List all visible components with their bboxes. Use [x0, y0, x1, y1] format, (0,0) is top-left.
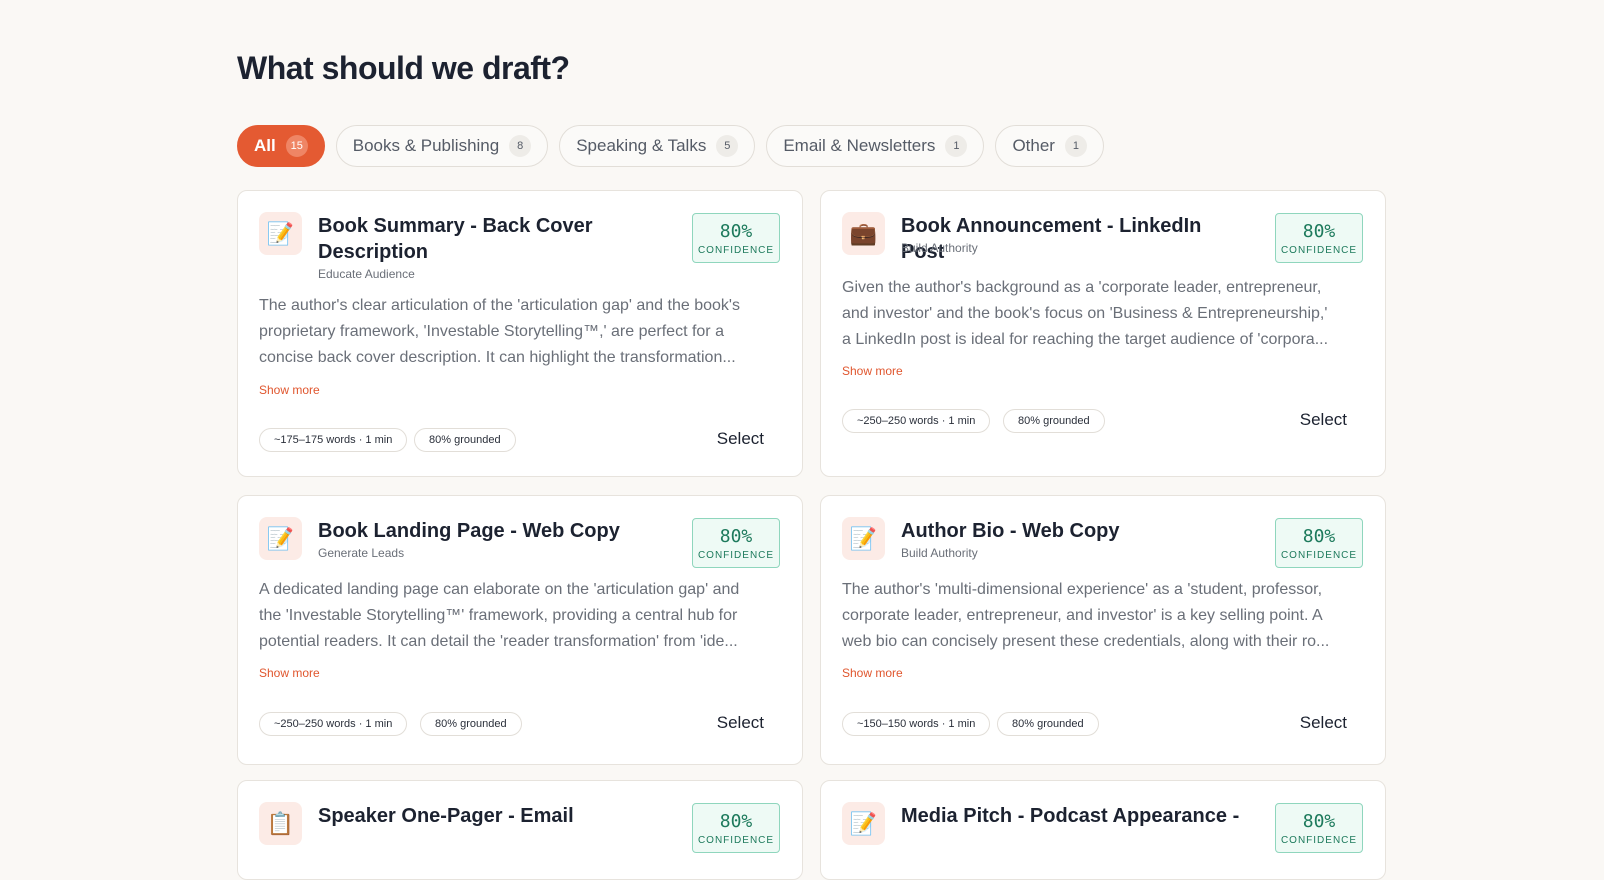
select-button[interactable]: Select: [1300, 410, 1347, 430]
filter-tabs: All 15 Books & Publishing 8 Speaking & T…: [237, 125, 1104, 167]
select-button[interactable]: Select: [1300, 713, 1347, 733]
description-line: A dedicated landing page can elaborate o…: [259, 581, 740, 598]
card-subtitle: Educate Audience: [318, 267, 415, 281]
confidence-badge: 80% CONFIDENCE: [1275, 803, 1363, 853]
description-line: a LinkedIn post is ideal for reaching th…: [842, 331, 1329, 348]
description-line: and investor' and the book's focus on 'B…: [842, 305, 1328, 322]
grounded-chip: 80% grounded: [420, 712, 522, 736]
confidence-badge: 80% CONFIDENCE: [1275, 518, 1363, 568]
tab-label: Speaking & Talks: [576, 136, 707, 155]
briefcase-icon: 💼: [842, 212, 885, 255]
memo-icon: 📝: [842, 802, 885, 845]
tab-other[interactable]: Other 1: [995, 125, 1104, 167]
draft-card[interactable]: 📝 Media Pitch - Podcast Appearance - 80%…: [820, 780, 1386, 880]
word-count-chip: ~250–250 words · 1 min: [842, 409, 991, 433]
card-title: Book Announcement - LinkedIn Post: [901, 215, 1202, 263]
confidence-badge: 80% CONFIDENCE: [692, 213, 780, 263]
description-line: web bio can concisely present these cred…: [842, 633, 1330, 650]
card-description: The author's 'multi-dimensional experien…: [842, 577, 1366, 655]
draft-card[interactable]: 📝 Book Landing Page - Web Copy Generate …: [237, 495, 803, 765]
confidence-value: 80%: [1302, 810, 1336, 832]
card-subtitle: Generate Leads: [318, 546, 405, 560]
confidence-label: CONFIDENCE: [1280, 549, 1358, 561]
draft-card[interactable]: 📋 Speaker One-Pager - Email 80% CONFIDEN…: [237, 780, 803, 880]
tab-count: 1: [945, 135, 968, 157]
card-title: Media Pitch - Podcast Appearance -: [901, 805, 1240, 827]
confidence-label: CONFIDENCE: [1280, 834, 1358, 846]
card-subtitle: Build Authority: [901, 241, 978, 255]
confidence-value: 80%: [719, 220, 753, 242]
description-line: proprietary framework, 'Investable Story…: [259, 323, 724, 340]
card-title: Book Landing Page - Web Copy: [318, 520, 620, 542]
card-title: Author Bio - Web Copy: [901, 520, 1120, 542]
tab-label: All: [254, 136, 276, 155]
confidence-value: 80%: [1302, 220, 1336, 242]
description-line: The author's 'multi-dimensional experien…: [842, 581, 1323, 598]
select-button[interactable]: Select: [717, 713, 764, 733]
confidence-badge: 80% CONFIDENCE: [1275, 213, 1363, 263]
tab-speaking-talks[interactable]: Speaking & Talks 5: [559, 125, 756, 167]
tab-count: 8: [509, 135, 532, 157]
tab-count: 5: [716, 135, 739, 157]
card-subtitle: Build Authority: [901, 546, 978, 560]
grounded-chip: 80% grounded: [997, 712, 1099, 736]
tab-count: 15: [285, 135, 308, 157]
memo-icon: 📝: [842, 517, 885, 560]
word-count-chip: ~175–175 words · 1 min: [259, 428, 408, 452]
show-more-link[interactable]: Show more: [259, 383, 320, 397]
confidence-label: CONFIDENCE: [697, 549, 775, 561]
page-title: What should we draft?: [237, 50, 570, 86]
memo-icon: 📝: [259, 517, 302, 560]
confidence-badge: 80% CONFIDENCE: [692, 518, 780, 568]
description-line: the 'Investable Storytelling™' framework…: [259, 607, 738, 624]
tab-books-publishing[interactable]: Books & Publishing 8: [335, 125, 549, 167]
card-description: Given the author's background as a 'corp…: [842, 275, 1366, 353]
grounded-chip: 80% grounded: [1003, 409, 1105, 433]
confidence-value: 80%: [719, 810, 753, 832]
card-title: Book Summary - Back Cover Description: [318, 215, 593, 263]
description-line: concise back cover description. It can h…: [259, 349, 736, 366]
tab-label: Email & Newsletters: [783, 136, 936, 155]
card-title: Speaker One-Pager - Email: [318, 805, 574, 827]
grounded-chip: 80% grounded: [414, 428, 516, 452]
card-description: The author's clear articulation of the '…: [259, 293, 783, 371]
show-more-link[interactable]: Show more: [842, 364, 903, 378]
confidence-value: 80%: [1302, 525, 1336, 547]
tab-label: Other: [1012, 136, 1055, 155]
word-count-chip: ~250–250 words · 1 min: [259, 712, 408, 736]
draft-card[interactable]: 📝 Book Summary - Back Cover Description …: [237, 190, 803, 477]
select-button[interactable]: Select: [717, 429, 764, 449]
show-more-link[interactable]: Show more: [842, 666, 903, 680]
confidence-label: CONFIDENCE: [697, 244, 775, 256]
draft-card[interactable]: 📝 Author Bio - Web Copy Build Authority …: [820, 495, 1386, 765]
word-count-chip: ~150–150 words · 1 min: [842, 712, 991, 736]
description-line: Given the author's background as a 'corp…: [842, 279, 1322, 296]
card-description: A dedicated landing page can elaborate o…: [259, 577, 783, 655]
tab-email-newsletters[interactable]: Email & Newsletters 1: [766, 125, 985, 167]
confidence-value: 80%: [719, 525, 753, 547]
memo-icon: 📝: [259, 212, 302, 255]
description-line: potential readers. It can detail the 're…: [259, 633, 738, 650]
clipboard-icon: 📋: [259, 802, 302, 845]
draft-card[interactable]: 💼 Book Announcement - LinkedIn Post Buil…: [820, 190, 1386, 477]
show-more-link[interactable]: Show more: [259, 666, 320, 680]
confidence-label: CONFIDENCE: [697, 834, 775, 846]
description-line: The author's clear articulation of the '…: [259, 297, 740, 314]
confidence-badge: 80% CONFIDENCE: [692, 803, 780, 853]
tab-count: 1: [1064, 135, 1087, 157]
description-line: corporate leader, entrepreneur, and inve…: [842, 607, 1323, 624]
tab-all[interactable]: All 15: [237, 125, 325, 167]
confidence-label: CONFIDENCE: [1280, 244, 1358, 256]
tab-label: Books & Publishing: [352, 136, 500, 155]
